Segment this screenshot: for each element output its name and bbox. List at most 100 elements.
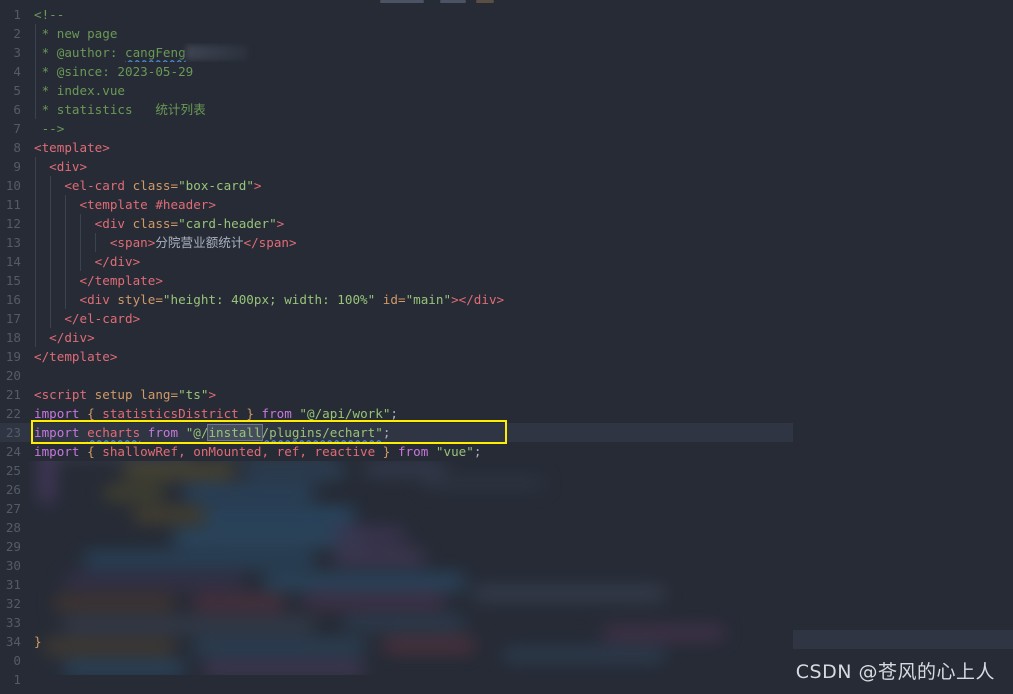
line-number: 13 [5, 235, 21, 250]
line-number: 31 [5, 577, 21, 592]
line-number: 5 [13, 83, 21, 98]
main-div-close: ></div> [451, 292, 505, 307]
closing-brace-line[interactable]: } [28, 632, 42, 651]
semicolon: ; [473, 444, 482, 459]
card-header-class-attr: class= [132, 216, 179, 231]
line-number: 27 [5, 501, 21, 516]
import-named-statisticsdistrict: statisticsDistrict [102, 406, 239, 421]
script-setup-attr: setup [94, 387, 141, 402]
line-number: 16 [5, 292, 21, 307]
span-close-tag: </span> [243, 235, 297, 250]
template-close-inner-tag: </template> [34, 273, 163, 288]
script-lang-value: "ts" [178, 387, 209, 402]
import-named-vue-apis: shallowRef, onMounted, ref, reactive [102, 444, 376, 459]
line-number: 22 [5, 406, 21, 421]
brace-close: } [375, 444, 398, 459]
import-default-echarts: echarts [87, 425, 141, 440]
module-path-api-work: "@/api/work" [299, 406, 391, 421]
from-keyword: from [261, 406, 292, 421]
comment-since-label: * @since: [34, 64, 118, 79]
selected-word-install: install [207, 424, 263, 441]
card-header-tag: <div [34, 216, 133, 231]
line-number-active: 23 [5, 425, 21, 440]
line-number: 7 [13, 121, 21, 136]
div-close-outer-tag: </div> [34, 330, 95, 345]
comment-file: * index.vue [34, 83, 125, 98]
line-number: 8 [13, 140, 21, 155]
line-number: 10 [5, 178, 21, 193]
comment-since-value: 2023-05-29 [117, 64, 194, 79]
brace-open: { [79, 406, 103, 421]
module-path-vue: "vue" [435, 444, 474, 459]
semicolon: ; [390, 406, 399, 421]
elcard-open-tag: <el-card [34, 178, 133, 193]
import-keyword: import [34, 425, 80, 440]
script-open-end: > [208, 387, 217, 402]
line-number: 9 [13, 159, 21, 174]
line-number: 19 [5, 349, 21, 364]
line-number: 21 [5, 387, 21, 402]
line-number: 2 [13, 26, 21, 41]
elcard-gt: > [253, 178, 262, 193]
line-number: 29 [5, 539, 21, 554]
line-number: 1 [13, 672, 21, 687]
main-id-attr: id= [375, 292, 406, 307]
line-number: 15 [5, 273, 21, 288]
line-number: 30 [5, 558, 21, 573]
line-number: 3 [13, 45, 21, 60]
line-number: 12 [5, 216, 21, 231]
template-close-tag: </template> [34, 349, 118, 364]
comment-new-page: * new page [34, 26, 118, 41]
line-number: 34 [5, 634, 21, 649]
clipped-top-row [0, 0, 1013, 6]
div-open-tag: <div> [34, 159, 88, 174]
from-keyword: from [147, 425, 179, 440]
line-number: 1 [13, 7, 21, 22]
module-path-prefix: "@/ [185, 425, 209, 440]
line-number: 25 [5, 463, 21, 478]
script-lang-attr: lang= [140, 387, 179, 402]
line-number: 18 [5, 330, 21, 345]
code-editor[interactable]: 1 <!-- 2 * new page 3 * @author: cangFen… [0, 0, 1013, 694]
comment-close: --> [34, 121, 65, 136]
comment-statistics: * statistics 统计列表 [34, 102, 206, 117]
main-style-value: "height: 400px; width: 100%" [162, 292, 376, 307]
right-panel-fill [793, 0, 1013, 694]
line-number: 26 [5, 482, 21, 497]
line-number: 20 [5, 368, 21, 383]
brace-open: { [79, 444, 103, 459]
line-number: 28 [5, 520, 21, 535]
csdn-watermark: CSDN @苍风的心上人 [795, 661, 995, 683]
template-open-tag: <template> [34, 140, 110, 155]
from-keyword: from [397, 444, 429, 459]
line-number: 14 [5, 254, 21, 269]
line-number: 6 [13, 102, 21, 117]
line-number-column-redacted: 25 26 27 28 29 30 31 32 33 34 0 1 [0, 461, 28, 689]
comment-author-value: cangFeng [125, 45, 186, 60]
line-number: 32 [5, 596, 21, 611]
brace-close: } [238, 406, 262, 421]
elcard-class-attr: class= [132, 178, 179, 193]
chart-title-text: 分院营业额统计 [155, 235, 244, 250]
main-div-tag: <div [34, 292, 118, 307]
module-path-suffix: /plugins/echart" [261, 425, 383, 440]
line-number: 24 [5, 444, 21, 459]
comment-open: <!-- [34, 7, 65, 22]
line-number: 0 [13, 653, 21, 668]
main-style-attr: style= [117, 292, 163, 307]
card-header-class-value: "card-header" [178, 216, 277, 231]
header-template-tag: <template #header> [34, 197, 216, 212]
import-keyword: import [34, 444, 80, 459]
line-number: 17 [5, 311, 21, 326]
script-open-tag: <script [34, 387, 95, 402]
elcard-class-value: "box-card" [178, 178, 254, 193]
line-number: 11 [5, 197, 21, 212]
semicolon: ; [382, 425, 391, 440]
closing-brace: } [34, 634, 42, 649]
line-number: 33 [5, 615, 21, 630]
import-keyword: import [34, 406, 80, 421]
current-line-band-right [793, 630, 1013, 649]
comment-author-label: * @author: [34, 45, 125, 60]
line-number: 4 [13, 64, 21, 79]
main-id-value: "main" [405, 292, 452, 307]
